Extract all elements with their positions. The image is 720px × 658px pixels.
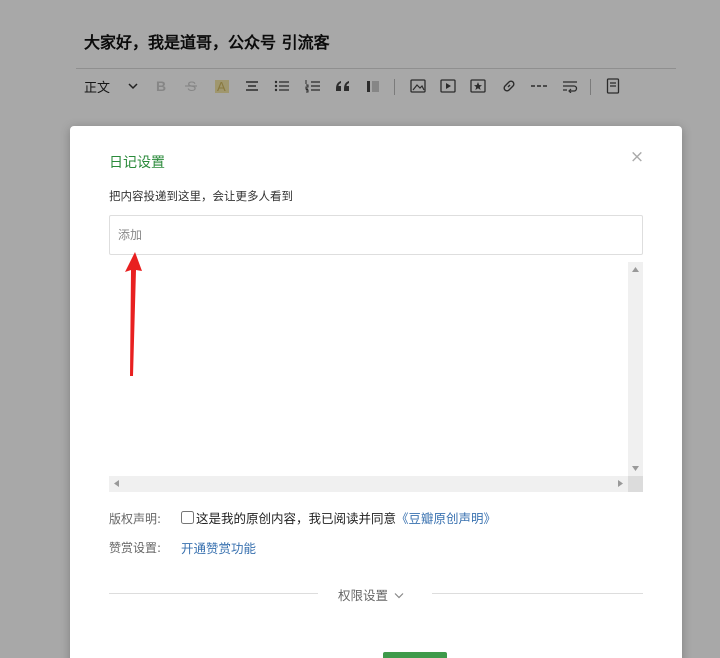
permission-settings-toggle[interactable]: 权限设置 [338, 585, 404, 604]
scroll-down-icon[interactable] [628, 461, 643, 476]
original-content-checkbox[interactable] [181, 511, 194, 524]
reward-label: 赞赏设置: [109, 541, 162, 555]
scroll-right-icon[interactable] [613, 476, 628, 491]
vertical-scrollbar[interactable] [628, 262, 643, 476]
diary-settings-dialog: 日记设置 × 把内容投递到这里，会让更多人看到 版权声明: 这是我的原创内容，我… [70, 126, 682, 658]
copyright-checkbox-text[interactable]: 这是我的原创内容，我已阅读并同意 [196, 508, 396, 527]
scroll-up-icon[interactable] [628, 262, 643, 277]
confirm-button[interactable] [383, 652, 447, 658]
permission-label: 权限设置 [338, 588, 389, 603]
divider [109, 593, 318, 594]
red-annotation-arrow-icon [125, 252, 142, 376]
copyright-label: 版权声明: [109, 512, 162, 526]
douban-original-statement-link[interactable]: 《豆瓣原创声明》 [396, 508, 496, 527]
scrollbar-corner [628, 476, 643, 492]
add-topic-input[interactable] [109, 215, 643, 255]
enable-reward-link[interactable]: 开通赞赏功能 [181, 538, 256, 557]
dialog-description: 把内容投递到这里，会让更多人看到 [109, 189, 293, 203]
chevron-down-icon [394, 587, 404, 602]
scroll-left-icon[interactable] [109, 476, 124, 491]
close-icon[interactable]: × [628, 148, 646, 166]
dialog-title: 日记设置 [109, 155, 165, 171]
divider [432, 593, 643, 594]
topic-list-area [109, 262, 643, 492]
copyright-row: 这是我的原创内容，我已阅读并同意 《豆瓣原创声明》 [181, 508, 496, 527]
horizontal-scrollbar[interactable] [109, 476, 643, 492]
